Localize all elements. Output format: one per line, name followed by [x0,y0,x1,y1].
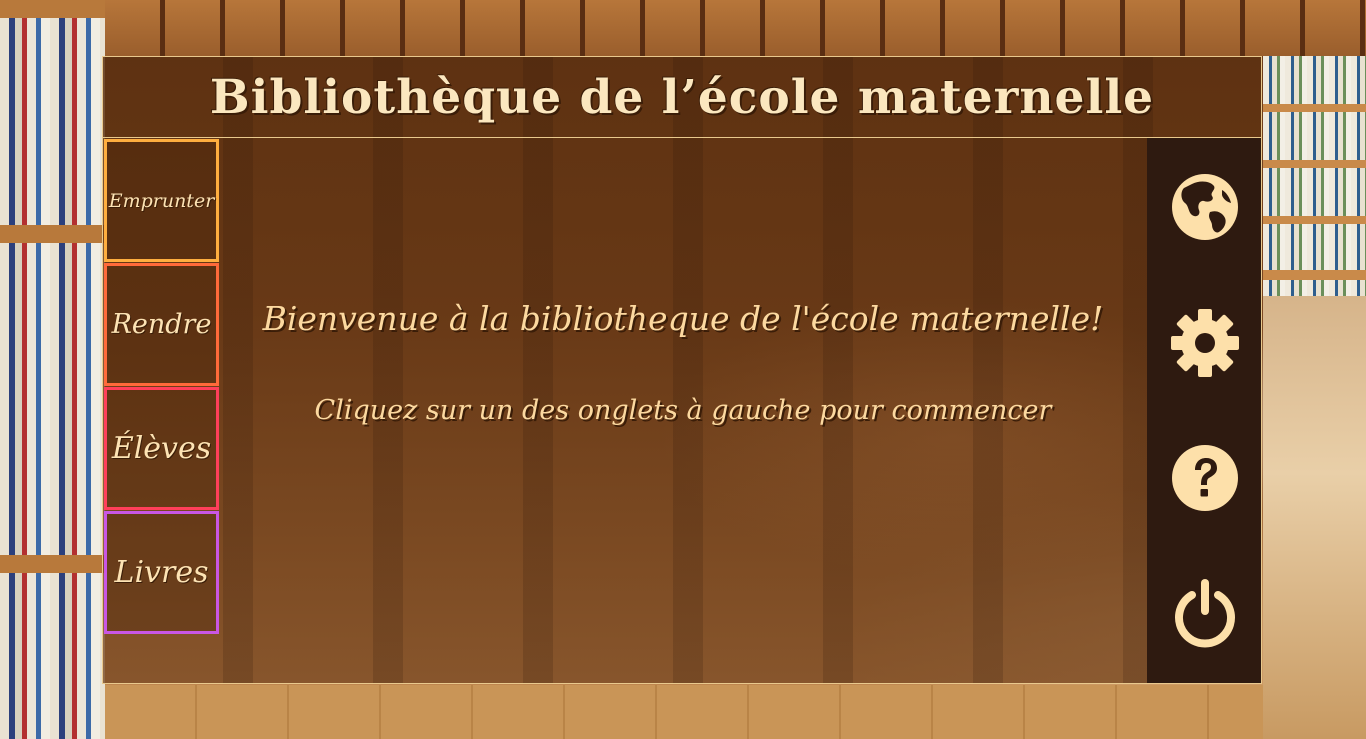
app-title: Bibliothèque de l’école maternelle [209,69,1155,125]
right-sidebar [1147,138,1261,683]
background-floor-right [1263,296,1366,739]
help-button[interactable] [1170,443,1240,513]
language-button[interactable] [1170,172,1240,242]
tab-label: Emprunter [108,189,215,212]
welcome-message: Bienvenue à la bibliotheque de l'école m… [262,299,1104,338]
background-bookshelf-left [0,0,105,739]
tab-label: Livres [114,555,209,590]
main-window: Bibliothèque de l’école maternelle Empru… [102,56,1262,684]
settings-button[interactable] [1170,308,1240,378]
tab-rendre[interactable]: Rendre [104,263,219,386]
background-bookshelf-top [105,0,1366,56]
tab-label: Élèves [111,431,212,466]
tab-eleves[interactable]: Élèves [104,387,219,510]
instruction-message: Cliquez sur un des onglets à gauche pour… [314,395,1052,426]
tab-label: Rendre [111,309,212,340]
title-bar: Bibliothèque de l’école maternelle [103,57,1261,138]
power-icon [1175,579,1235,648]
gear-icon [1171,309,1239,377]
background-floor-bottom [105,685,1263,739]
globe-icon [1172,174,1238,240]
tab-emprunter[interactable]: Emprunter [104,139,219,262]
background-bookshelf-right [1263,56,1366,296]
question-icon [1172,445,1238,511]
tab-livres[interactable]: Livres [104,511,219,634]
power-button[interactable] [1170,578,1240,648]
